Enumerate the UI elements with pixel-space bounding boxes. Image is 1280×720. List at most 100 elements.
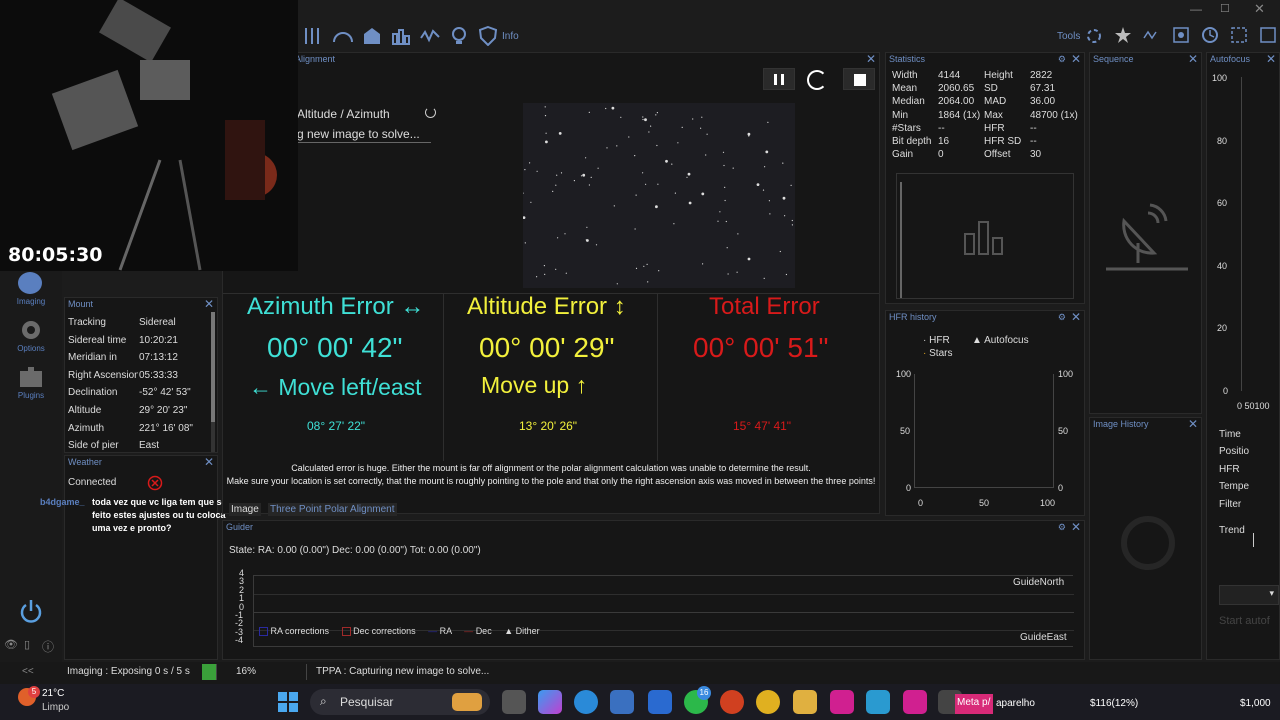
search-box[interactable]: ⌕ Pesquisar bbox=[310, 689, 490, 715]
close-icon[interactable]: ✕ bbox=[1188, 52, 1198, 66]
autofocus-panel: Autofocus ✕ 100 80 60 40 20 0 0 50100 Time Pos… bbox=[1206, 52, 1280, 660]
star bbox=[688, 201, 692, 205]
star bbox=[647, 281, 649, 283]
star bbox=[588, 111, 590, 113]
legend-ra: RA bbox=[439, 626, 452, 636]
tppa-status: TPPA : Capturing new image to solve... bbox=[316, 666, 490, 677]
guider-panel: Guider ⚙ ✕ State: RA: 0.00 (0.00") Dec: … bbox=[222, 520, 1085, 660]
azimuth-error-value: 00° 00' 42" bbox=[267, 332, 403, 363]
scrollbar[interactable] bbox=[211, 312, 215, 452]
book-icon[interactable]: ▯ bbox=[24, 638, 30, 651]
y-tick: 0 bbox=[1223, 385, 1229, 396]
sidebar-item-options[interactable]: Options bbox=[0, 344, 62, 353]
star bbox=[557, 237, 559, 239]
star bbox=[523, 192, 524, 194]
imaging-icon[interactable] bbox=[18, 272, 42, 294]
history-icon[interactable] bbox=[1201, 26, 1219, 44]
settings-icon[interactable]: ⚙ bbox=[1058, 312, 1066, 323]
pause-button[interactable] bbox=[763, 68, 795, 90]
chrome-icon[interactable] bbox=[756, 690, 780, 714]
power-icon[interactable] bbox=[18, 598, 44, 624]
star bbox=[552, 190, 554, 192]
tab-tppa[interactable]: Three Point Polar Alignment bbox=[268, 503, 397, 516]
windows-start-icon[interactable] bbox=[278, 692, 298, 712]
star-icon[interactable] bbox=[1114, 26, 1132, 44]
stop-button[interactable] bbox=[843, 68, 875, 90]
folder-icon[interactable] bbox=[793, 690, 817, 714]
app-icon[interactable] bbox=[648, 690, 672, 714]
stat-value: -- bbox=[1030, 136, 1037, 147]
sidebar-item-imaging[interactable]: Imaging bbox=[0, 297, 62, 306]
close-icon[interactable]: ✕ bbox=[1266, 52, 1276, 66]
altitude-move-hint: Move up ↑ bbox=[481, 372, 588, 398]
task-view-icon[interactable] bbox=[502, 690, 526, 714]
star bbox=[524, 242, 526, 244]
guide-icon[interactable] bbox=[420, 26, 440, 46]
close-window-icon[interactable]: ✕ bbox=[1254, 1, 1265, 17]
eye-icon[interactable]: 👁 bbox=[4, 638, 18, 651]
star bbox=[565, 272, 567, 274]
observatory-icon[interactable] bbox=[362, 26, 382, 46]
star bbox=[613, 205, 615, 207]
star bbox=[784, 215, 786, 217]
copilot-icon[interactable] bbox=[538, 690, 562, 714]
chart-icon[interactable] bbox=[391, 26, 411, 46]
info-tab[interactable]: Info bbox=[502, 31, 519, 42]
edge-icon[interactable] bbox=[574, 690, 598, 714]
minimize-icon[interactable]: — bbox=[1190, 2, 1202, 16]
options-icon[interactable] bbox=[16, 316, 46, 344]
close-icon[interactable]: ✕ bbox=[1071, 310, 1081, 324]
settings-icon[interactable]: ⚙ bbox=[1058, 522, 1066, 533]
star bbox=[523, 216, 526, 219]
star bbox=[785, 273, 787, 276]
target-icon[interactable] bbox=[1172, 26, 1190, 44]
wave-icon[interactable] bbox=[1142, 26, 1160, 44]
sidebar-item-plugins[interactable]: Plugins bbox=[0, 391, 62, 400]
help-icon[interactable]: ⓘ bbox=[42, 638, 54, 655]
close-icon[interactable]: ✕ bbox=[204, 297, 214, 311]
autofocus-select[interactable]: ▾ bbox=[1219, 585, 1279, 605]
star bbox=[635, 267, 638, 269]
close-icon[interactable]: ✕ bbox=[866, 52, 876, 66]
dome-icon[interactable] bbox=[332, 26, 354, 46]
star bbox=[791, 224, 793, 226]
app-icon[interactable] bbox=[903, 690, 927, 714]
refresh-button[interactable] bbox=[807, 70, 827, 90]
collapse-button[interactable]: << bbox=[22, 666, 34, 677]
stat-key: Median bbox=[892, 96, 925, 108]
star-image[interactable] bbox=[523, 103, 795, 288]
focus-icon[interactable] bbox=[1086, 27, 1102, 45]
app-icon[interactable] bbox=[866, 690, 890, 714]
start-autofocus-button[interactable]: Start autof bbox=[1219, 615, 1270, 627]
close-icon[interactable]: ✕ bbox=[204, 455, 214, 469]
tab-image[interactable]: Image bbox=[229, 503, 261, 516]
maximize-icon[interactable]: ☐ bbox=[1220, 2, 1230, 15]
star bbox=[722, 151, 725, 153]
star bbox=[791, 219, 793, 222]
close-icon[interactable]: ✕ bbox=[1071, 52, 1081, 66]
star bbox=[724, 199, 726, 202]
close-icon[interactable]: ✕ bbox=[1188, 417, 1198, 431]
stat-key: #Stars bbox=[892, 122, 921, 134]
store-icon[interactable] bbox=[610, 690, 634, 714]
bulb-icon[interactable] bbox=[450, 26, 468, 46]
star bbox=[765, 150, 769, 154]
crosshair-icon[interactable] bbox=[1230, 26, 1248, 44]
star bbox=[673, 223, 675, 225]
star bbox=[524, 169, 526, 171]
settings-icon[interactable]: ⚙ bbox=[1058, 54, 1066, 65]
opera-icon[interactable] bbox=[720, 690, 744, 714]
shield-icon[interactable] bbox=[479, 26, 497, 46]
autofocus-x-ticks: 0 50100 bbox=[1237, 401, 1270, 411]
plugins-icon[interactable] bbox=[16, 363, 46, 391]
grid-icon[interactable] bbox=[1259, 26, 1277, 44]
sliders-icon[interactable] bbox=[302, 26, 322, 46]
y-tick-right: 0 bbox=[1058, 483, 1064, 493]
disconnect-icon[interactable] bbox=[147, 475, 163, 491]
mount-key: Altitude bbox=[68, 405, 102, 416]
stat-key: Mean bbox=[892, 83, 918, 95]
app-icon[interactable] bbox=[830, 690, 854, 714]
star bbox=[764, 166, 766, 168]
star bbox=[634, 155, 636, 157]
close-icon[interactable]: ✕ bbox=[1071, 520, 1081, 534]
